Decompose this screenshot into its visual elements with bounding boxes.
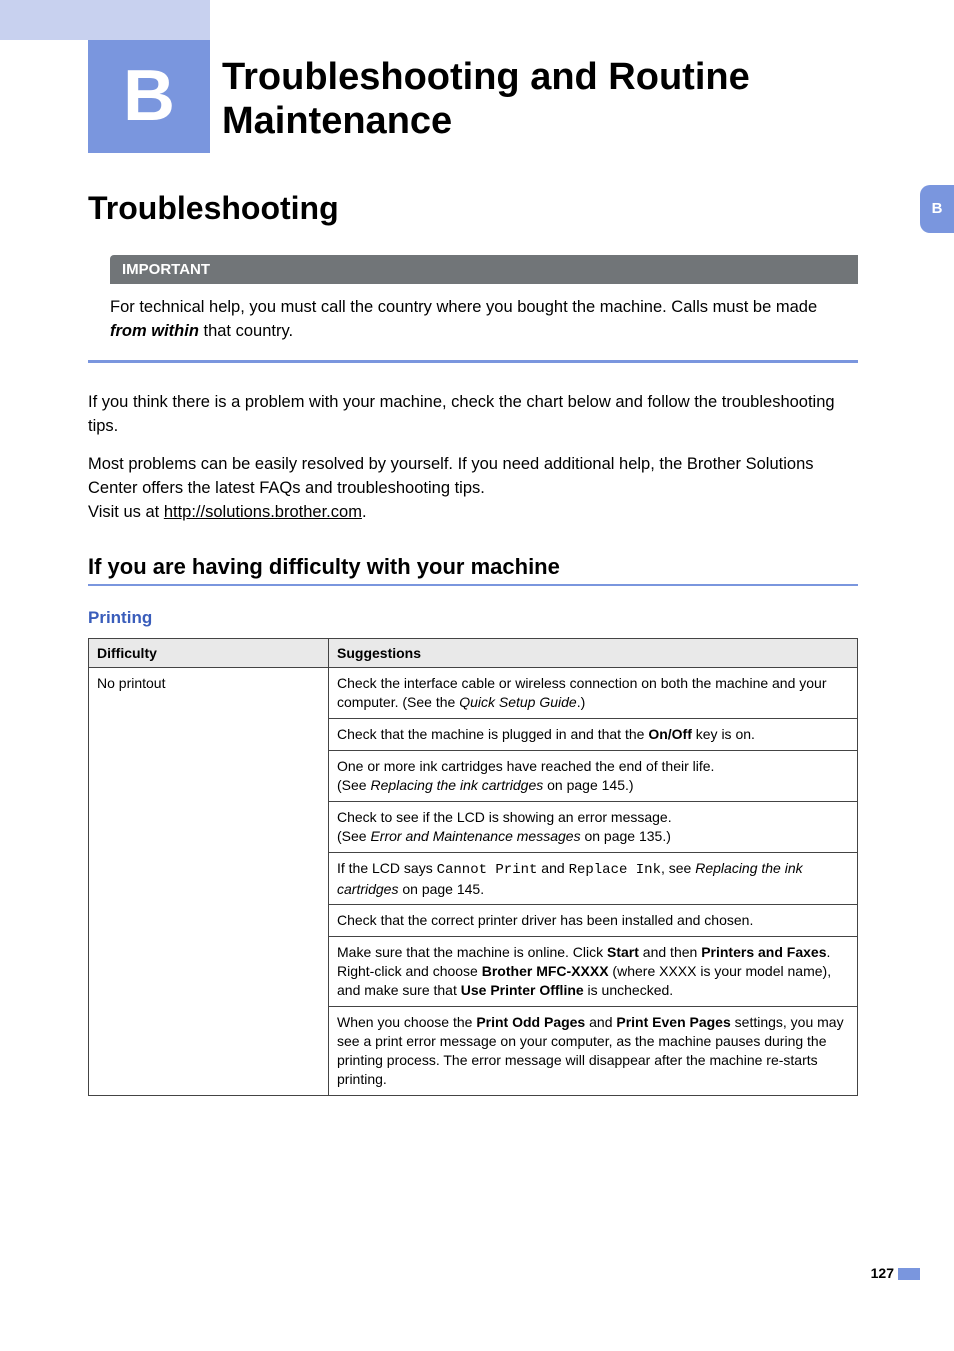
s8a: When you choose the [337, 1014, 476, 1030]
s3c: Replacing the ink cartridges [370, 777, 543, 793]
intro-para-2a: Most problems can be easily resolved by … [88, 455, 814, 497]
s5g: on page 145. [398, 881, 484, 897]
important-box: IMPORTANT For technical help, you must c… [88, 255, 858, 363]
subsection-heading: If you are having difficulty with your m… [88, 554, 858, 586]
s1b: Quick Setup Guide [459, 694, 577, 710]
s7f: Brother MFC-XXXX [482, 963, 609, 979]
chapter-letter-box: B [88, 40, 210, 153]
chapter-title: Troubleshooting and Routine Maintenance [222, 56, 852, 143]
s8c: and [585, 1014, 616, 1030]
s3d: on page 145.) [543, 777, 633, 793]
table-title: Printing [88, 608, 858, 628]
s5d: Replace Ink [569, 862, 661, 878]
cell-suggestion-6: Check that the correct printer driver ha… [329, 905, 858, 937]
s3b: (See [337, 777, 370, 793]
s4d: on page 135.) [581, 828, 671, 844]
cell-suggestion-1: Check the interface cable or wireless co… [329, 668, 858, 719]
troubleshooting-table: Difficulty Suggestions No printout Check… [88, 638, 858, 1095]
s5b: Cannot Print [437, 862, 538, 878]
th-difficulty: Difficulty [89, 639, 329, 668]
important-body: For technical help, you must call the co… [88, 284, 858, 360]
important-text-after: that country. [199, 322, 293, 340]
s5e: , see [661, 860, 695, 876]
s8d: Print Even Pages [616, 1014, 730, 1030]
intro-para-1: If you think there is a problem with you… [88, 391, 858, 439]
s5a: If the LCD says [337, 860, 437, 876]
cell-suggestion-2: Check that the machine is plugged in and… [329, 719, 858, 751]
page-number-mark [898, 1268, 920, 1280]
cell-suggestion-4: Check to see if the LCD is showing an er… [329, 801, 858, 852]
s4c: Error and Maintenance messages [370, 828, 580, 844]
section-heading: Troubleshooting [88, 190, 858, 227]
side-tab: B [920, 185, 954, 233]
important-emph: from within [110, 322, 199, 340]
intro-para-2b-prefix: Visit us at [88, 503, 164, 521]
table-row: No printout Check the interface cable or… [89, 668, 858, 719]
s5c: and [537, 860, 568, 876]
page-number: 127 [871, 1265, 894, 1281]
intro-para-2b-suffix: . [362, 503, 367, 521]
s7d: Printers and Faxes [701, 944, 826, 960]
s3a: One or more ink cartridges have reached … [337, 758, 714, 774]
s8b: Print Odd Pages [476, 1014, 585, 1030]
s4b: (See [337, 828, 370, 844]
cell-difficulty: No printout [89, 668, 329, 1095]
page-content: Troubleshooting IMPORTANT For technical … [88, 190, 858, 1096]
top-color-band [0, 0, 210, 40]
s2b: On/Off [648, 726, 692, 742]
cell-suggestion-5: If the LCD says Cannot Print and Replace… [329, 852, 858, 905]
s7h: Use Printer Offline [461, 982, 584, 998]
s7b: Start [607, 944, 639, 960]
table-header-row: Difficulty Suggestions [89, 639, 858, 668]
s2c: key is on. [692, 726, 755, 742]
cell-suggestion-3: One or more ink cartridges have reached … [329, 751, 858, 802]
s1c: .) [577, 694, 586, 710]
important-label: IMPORTANT [110, 255, 858, 284]
th-suggestions: Suggestions [329, 639, 858, 668]
s4a: Check to see if the LCD is showing an er… [337, 809, 672, 825]
cell-suggestion-7: Make sure that the machine is online. Cl… [329, 937, 858, 1007]
intro-para-2: Most problems can be easily resolved by … [88, 453, 858, 525]
solutions-link[interactable]: http://solutions.brother.com [164, 503, 362, 521]
s2a: Check that the machine is plugged in and… [337, 726, 648, 742]
important-text-before: For technical help, you must call the co… [110, 298, 817, 316]
cell-suggestion-8: When you choose the Print Odd Pages and … [329, 1007, 858, 1096]
s7a: Make sure that the machine is online. Cl… [337, 944, 607, 960]
s7i: is unchecked. [584, 982, 674, 998]
s7c: and then [639, 944, 701, 960]
